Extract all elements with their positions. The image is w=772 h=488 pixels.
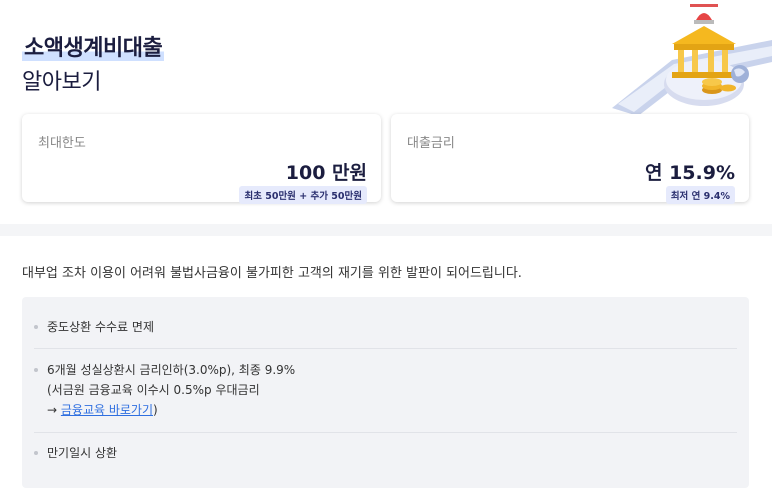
financial-education-link[interactable]: 금융교육 바로가기 bbox=[61, 403, 153, 417]
card-label: 대출금리 bbox=[407, 136, 455, 151]
card-value: 100 만원 bbox=[285, 162, 367, 184]
card-label: 최대한도 bbox=[38, 136, 86, 151]
card-badge: 최초 50만원 + 추가 50만원 bbox=[239, 186, 367, 204]
card-value: 연 15.9% bbox=[644, 162, 735, 184]
page-subtitle: 알아보기 bbox=[22, 70, 101, 95]
bullet-icon bbox=[34, 325, 38, 329]
bullet-icon bbox=[34, 451, 38, 455]
divider bbox=[34, 348, 737, 349]
divider bbox=[34, 432, 737, 433]
loan-description: 대부업 조차 이용이 어려워 불법사금융이 불가피한 고객의 재기를 위한 발판… bbox=[22, 266, 522, 281]
list-item: 6개월 성실상환시 금리인하(3.0%p), 최종 9.9% (서금원 금융교육… bbox=[34, 360, 737, 420]
interest-rate-card: 대출금리 연 15.9% 최저 연 9.4% bbox=[391, 114, 749, 204]
benefits-list: 중도상환 수수료 면제 6개월 성실상환시 금리인하(3.0%p), 최종 9.… bbox=[22, 297, 749, 488]
card-badge: 최저 연 9.4% bbox=[665, 186, 735, 204]
summary-section: 소액생계비대출 알아보기 최대한도 100 만원 최초 50만원 + 추가 50… bbox=[0, 0, 772, 224]
bullet-icon bbox=[34, 368, 38, 372]
page-title: 소액생계비대출 bbox=[22, 36, 165, 61]
detail-section: 대부업 조차 이용이 어려워 불법사금융이 불가피한 고객의 재기를 위한 발판… bbox=[0, 236, 772, 488]
max-limit-card: 최대한도 100 만원 최초 50만원 + 추가 50만원 bbox=[22, 114, 381, 204]
bank-coin-illustration bbox=[612, 4, 772, 116]
